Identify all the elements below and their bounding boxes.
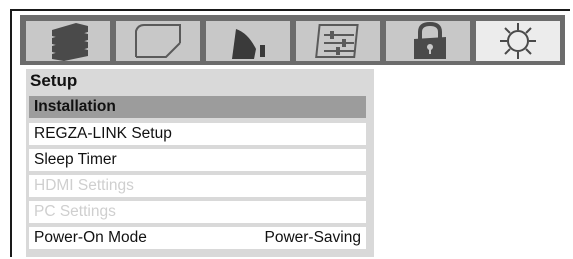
menu-item-pc-settings: PC Settings [29,201,366,223]
preferences-icon [315,24,359,58]
menu-item-sleep-timer[interactable]: Sleep Timer [29,149,366,171]
menu-item-regza-link-setup[interactable]: REGZA-LINK Setup [29,123,366,145]
tab-screen[interactable] [116,21,200,61]
screen-size-icon [135,24,181,58]
menu-item-installation[interactable]: Installation [29,96,366,118]
setup-gear-icon [500,23,536,59]
menu-item-label: PC Settings [34,203,116,220]
menu-item-power-on-mode[interactable]: Power-On Mode Power-Saving [29,227,366,249]
menu-item-label: Installation [34,98,116,115]
tab-setup[interactable] [476,21,560,61]
menu-item-label: Sleep Timer [34,151,117,168]
audio-icon [232,29,265,59]
menu-item-label: HDMI Settings [34,177,134,194]
lock-icon [414,21,446,59]
menu-item-label: Power-On Mode [34,229,147,246]
menu-item-value: Power-Saving [264,229,362,246]
tab-picture[interactable] [26,21,110,61]
tab-lock[interactable] [386,21,470,61]
tab-preferences[interactable] [296,21,380,61]
picture-settings-icon [52,23,88,61]
menu-icon-bar [20,15,565,65]
menu-item-label: REGZA-LINK Setup [34,125,172,142]
menu-title: Setup [30,71,78,90]
tab-audio[interactable] [206,21,290,61]
menu-item-hdmi-settings: HDMI Settings [29,175,366,197]
